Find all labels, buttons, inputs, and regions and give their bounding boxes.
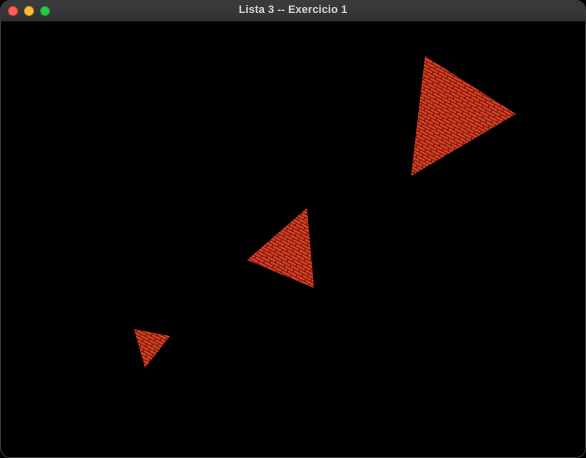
render-canvas [1,22,585,457]
scene-svg [134,56,516,368]
window-title: Lista 3 -- Exercicio 1 [238,4,348,16]
triangle-small [134,329,170,368]
triangle-medium [247,208,314,288]
title-bar[interactable]: Lista 3 -- Exercicio 1 [1,1,585,22]
triangle-large [411,56,516,176]
app-window: Lista 3 -- Exercicio 1 [0,0,586,458]
